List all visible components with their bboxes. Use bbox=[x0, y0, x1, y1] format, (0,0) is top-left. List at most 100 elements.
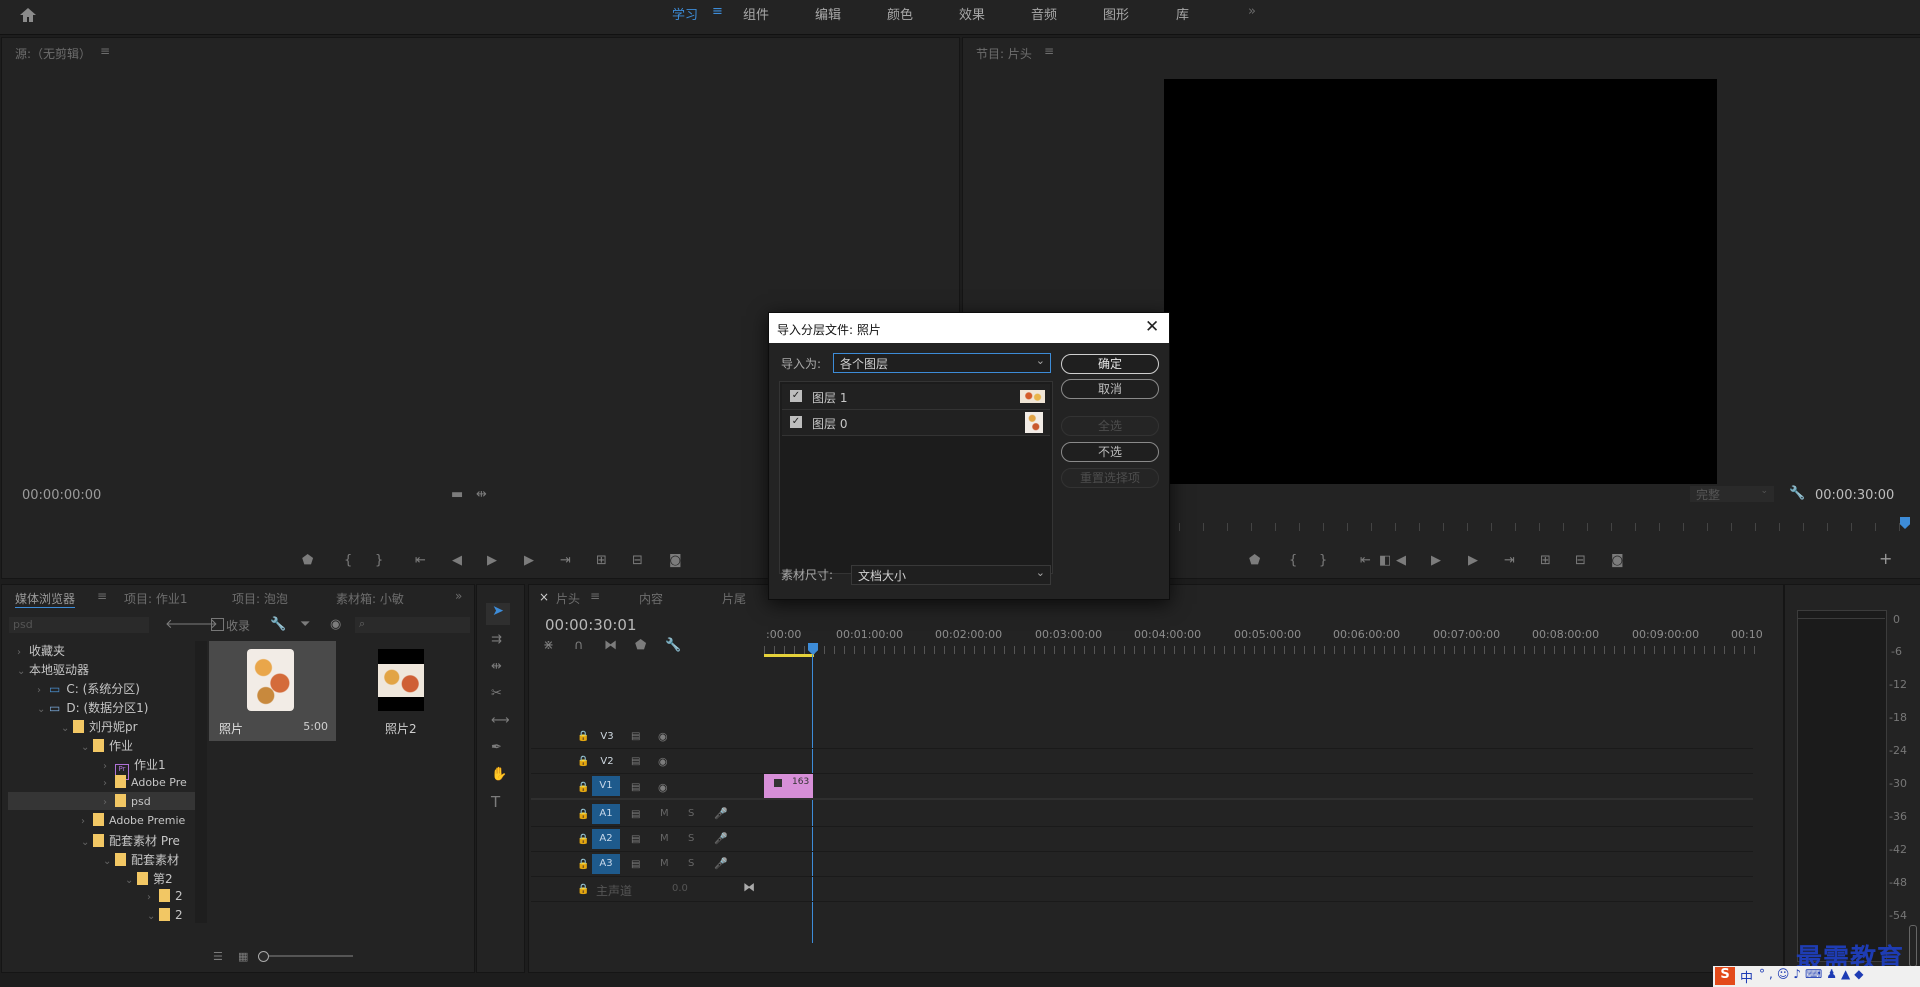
close-tab-icon[interactable]: × bbox=[539, 590, 549, 604]
tree-drive-d[interactable]: ⌄ ▭ D: (数据分区1) bbox=[37, 699, 148, 716]
workspace-tab-color[interactable]: 颜色 bbox=[887, 4, 913, 23]
track-select-tool-icon[interactable]: ⇉ bbox=[491, 633, 502, 647]
ime-logo-icon[interactable]: S bbox=[1715, 967, 1735, 985]
filmstrip-icon[interactable]: ▤ bbox=[631, 833, 640, 847]
export-frame-small-icon[interactable]: ▬ bbox=[451, 488, 463, 502]
solo-button[interactable]: S bbox=[688, 808, 694, 819]
path-dropdown[interactable]: psd bbox=[9, 617, 149, 633]
list-view-icon[interactable]: ☰ bbox=[213, 950, 223, 964]
lock-icon[interactable]: 🔒 bbox=[577, 883, 589, 897]
zoom-slider[interactable] bbox=[258, 955, 353, 957]
layer-checkbox[interactable]: ✓ bbox=[790, 390, 802, 402]
media-browser-menu-icon[interactable]: ≡ bbox=[97, 589, 107, 603]
tab-media-browser[interactable]: 媒体浏览器 bbox=[15, 590, 76, 608]
track-target-a3[interactable]: A3 bbox=[592, 854, 620, 874]
select-all-button[interactable]: 全选 bbox=[1061, 416, 1159, 436]
mark-out-icon[interactable]: } bbox=[375, 554, 383, 568]
timeline-clip[interactable]: 163 bbox=[764, 774, 813, 798]
track-v1[interactable] bbox=[531, 774, 1753, 800]
timeline-timecode[interactable]: 00:00:30:01 bbox=[545, 616, 637, 634]
workspace-tab-effects[interactable]: 效果 bbox=[959, 4, 985, 23]
lock-icon[interactable]: 🔒 bbox=[577, 808, 589, 822]
tree-favorites[interactable]: › 收藏夹 bbox=[17, 642, 65, 659]
comparison-view-icon[interactable]: ◧ bbox=[1379, 554, 1391, 568]
workspace-menu-icon[interactable]: ≡ bbox=[712, 4, 723, 19]
footage-size-dropdown[interactable]: 文档大小 ⌄ bbox=[851, 565, 1051, 585]
track-master[interactable] bbox=[531, 877, 1753, 902]
tab-project-homework[interactable]: 项目: 作业1 bbox=[124, 590, 188, 607]
track-target-v1[interactable]: V1 bbox=[592, 776, 620, 796]
workspace-tab-editing[interactable]: 编辑 bbox=[815, 4, 841, 23]
filmstrip-icon[interactable]: ▤ bbox=[631, 858, 640, 872]
layer-row[interactable]: ✓ 图层 0 bbox=[782, 410, 1050, 436]
thumbnail-item[interactable]: 照片2 bbox=[343, 641, 470, 741]
wrench-icon[interactable]: 🔧 bbox=[665, 639, 681, 653]
source-timecode[interactable]: 00:00:00:00 bbox=[22, 488, 101, 503]
snap-icon[interactable]: ∩ bbox=[574, 639, 584, 653]
lock-icon[interactable]: 🔒 bbox=[577, 858, 589, 872]
lift-icon[interactable]: ⊞ bbox=[1540, 554, 1551, 568]
program-monitor-title[interactable]: 节目: 片头 bbox=[976, 45, 1032, 62]
tree-item-ch2[interactable]: ⌄ 第2 bbox=[125, 870, 173, 887]
linked-selection-icon[interactable]: ⧓ bbox=[604, 639, 617, 653]
eye-icon[interactable]: ◉ bbox=[658, 755, 668, 769]
tree-drive-c[interactable]: › ▭ C: (系统分区) bbox=[37, 680, 140, 697]
camera-icon[interactable]: ◙ bbox=[669, 554, 682, 568]
add-button-icon[interactable]: + bbox=[1879, 551, 1892, 567]
ingest-checkbox[interactable] bbox=[211, 618, 224, 631]
slip-tool-icon[interactable]: ⟷ bbox=[491, 714, 510, 728]
lock-icon[interactable]: 🔒 bbox=[577, 755, 589, 769]
microphone-icon[interactable]: 🎤 bbox=[714, 832, 728, 846]
add-marker-icon[interactable]: ⬟ bbox=[302, 554, 313, 568]
tree-local-drives[interactable]: ⌄ 本地驱动器 bbox=[17, 661, 89, 678]
go-to-in-icon[interactable]: ⇤ bbox=[1360, 554, 1371, 568]
pen-tool-icon[interactable]: ✒ bbox=[491, 741, 502, 755]
time-ruler-ticks[interactable] bbox=[764, 646, 1758, 654]
go-to-edit-icon[interactable]: ⧓ bbox=[743, 880, 755, 894]
tree-item-sub2[interactable]: ⌄ 2 bbox=[147, 908, 183, 922]
mark-in-icon[interactable]: { bbox=[1289, 554, 1297, 568]
timeline-menu-icon[interactable]: ≡ bbox=[590, 589, 600, 603]
thumbnail-item[interactable]: 照片 5:00 bbox=[209, 641, 336, 741]
wrench-icon[interactable]: 🔧 bbox=[1789, 487, 1805, 501]
program-timecode[interactable]: 00:00:30:00 bbox=[1815, 488, 1894, 503]
filmstrip-icon[interactable]: ▤ bbox=[631, 730, 640, 744]
lock-icon[interactable]: 🔒 bbox=[577, 781, 589, 795]
master-track-value[interactable]: 0.0 bbox=[672, 883, 688, 894]
tree-folder-homework[interactable]: ⌄ 作业 bbox=[81, 737, 133, 754]
source-monitor-title[interactable]: 源:（无剪辑） bbox=[15, 45, 91, 62]
layer-row[interactable]: ✓ 图层 1 bbox=[782, 384, 1050, 410]
go-to-in-icon[interactable]: ⇤ bbox=[415, 554, 426, 568]
filter-icon[interactable]: ⏷ bbox=[300, 618, 310, 632]
tab-ending[interactable]: 片尾 bbox=[722, 590, 746, 607]
add-marker-icon[interactable]: ⬟ bbox=[1249, 554, 1260, 568]
ripple-edit-tool-icon[interactable]: ⇹ bbox=[491, 660, 502, 674]
filmstrip-icon[interactable]: ▤ bbox=[631, 808, 640, 822]
tree-item-materials[interactable]: ⌄ 配套素材 Pre bbox=[81, 832, 180, 849]
lock-icon[interactable]: 🔒 bbox=[577, 730, 589, 744]
insert-icon[interactable]: ⊞ bbox=[596, 554, 607, 568]
razor-tool-icon[interactable]: ✂ bbox=[491, 687, 502, 701]
track-v2[interactable] bbox=[531, 749, 1753, 774]
ok-button[interactable]: 确定 bbox=[1061, 354, 1159, 374]
tree-item-psd[interactable]: › psd bbox=[103, 794, 151, 808]
selection-tool-icon[interactable]: ➤ bbox=[486, 603, 510, 625]
source-panel-menu-icon[interactable]: ≡ bbox=[100, 44, 110, 58]
tree-item-adobe-premie[interactable]: › Adobe Premie bbox=[81, 813, 185, 827]
type-tool-icon[interactable]: T bbox=[491, 795, 500, 810]
tab-sequence[interactable]: 片头 bbox=[556, 590, 580, 607]
microphone-icon[interactable]: 🎤 bbox=[714, 857, 728, 871]
go-to-out-icon[interactable]: ⇥ bbox=[1504, 554, 1515, 568]
step-back-icon[interactable]: ◀ bbox=[1396, 554, 1406, 568]
view-icon[interactable]: ◉ bbox=[330, 618, 341, 632]
go-to-out-icon[interactable]: ⇥ bbox=[560, 554, 571, 568]
close-icon[interactable]: ✕ bbox=[1145, 317, 1159, 337]
nest-icon[interactable]: ⋇ bbox=[543, 639, 554, 653]
workspace-tab-learn[interactable]: 学习 bbox=[672, 4, 698, 23]
tree-scrollbar[interactable] bbox=[195, 641, 207, 923]
ime-mode-label[interactable]: 中 bbox=[1740, 967, 1753, 986]
step-forward-icon[interactable]: ▶ bbox=[524, 554, 534, 568]
cancel-button[interactable]: 取消 bbox=[1061, 379, 1159, 399]
play-icon[interactable]: ▶ bbox=[487, 554, 497, 568]
icon-view-icon[interactable]: ▦ bbox=[238, 950, 248, 964]
